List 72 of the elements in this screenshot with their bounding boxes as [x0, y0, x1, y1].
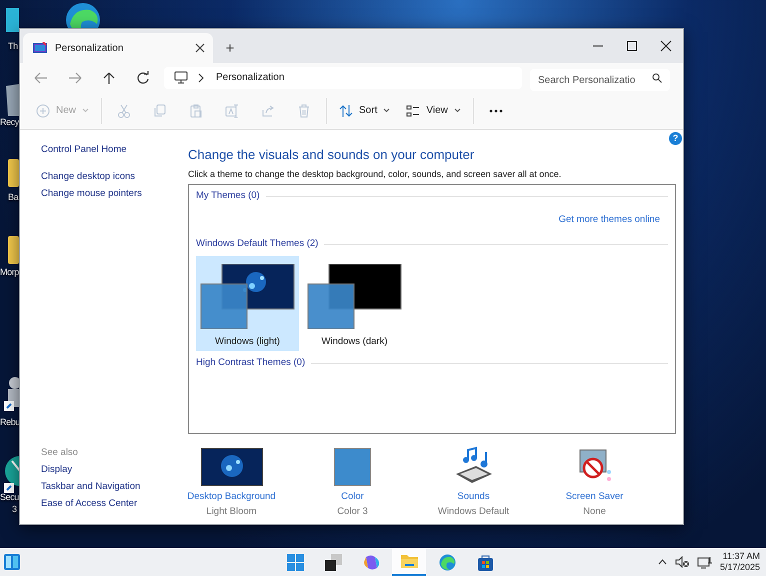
close-icon[interactable]	[195, 43, 205, 53]
clock[interactable]: 11:37 AM 5/17/2025	[720, 551, 760, 573]
sidebar-link[interactable]: Change mouse pointers	[41, 185, 188, 202]
store-bag-icon	[476, 554, 494, 570]
chevron-down-icon	[454, 108, 461, 113]
chevron-right-icon	[198, 72, 204, 82]
desktop-icon-label: 3	[12, 503, 17, 515]
help-button[interactable]: ?	[669, 132, 682, 145]
sidebar-link[interactable]: Control Panel Home	[41, 141, 188, 158]
tab-title: Personalization	[55, 42, 124, 56]
more-themes-link[interactable]: Get more themes online	[558, 212, 660, 228]
folder-taskbar-button[interactable]	[392, 548, 426, 576]
widgets-icon[interactable]	[3, 553, 21, 571]
speaker-muted-icon[interactable]	[674, 556, 689, 568]
breadcrumb: Personalization	[216, 71, 284, 85]
setting-link[interactable]: Sounds	[457, 491, 490, 503]
setting-link[interactable]: Desktop Background	[187, 491, 276, 503]
chevron-down-icon	[82, 108, 90, 113]
theme-name: Windows (dark)	[322, 335, 388, 349]
theme-tile[interactable]: Windows (light)	[196, 256, 299, 351]
chevron-down-icon	[383, 108, 390, 113]
plus-circle-icon	[36, 104, 50, 118]
address-bar[interactable]: Personalization	[164, 66, 522, 88]
list-view-icon	[406, 104, 420, 118]
group-heading: My Themes (0)	[196, 188, 260, 203]
see-also-heading: See also	[41, 446, 79, 460]
desktop-icon-label: Ba	[8, 191, 18, 203]
group-heading: High Contrast Themes (0)	[196, 356, 306, 370]
setting-value: Light Bloom	[206, 506, 257, 518]
edge-icon	[438, 554, 456, 570]
sidebar-link[interactable]: Change desktop icons	[41, 168, 188, 185]
network-monitor-icon[interactable]	[696, 556, 712, 568]
desktop-icon-label: Secu	[0, 491, 19, 503]
setting-value: None	[583, 506, 606, 518]
desktop-icon-label: Recy	[0, 116, 19, 128]
sidebar-link[interactable]: Display	[41, 461, 188, 478]
task-view-icon	[324, 554, 342, 570]
monitor-icon	[174, 71, 188, 84]
sidebar-link[interactable]: Ease of Access Center	[41, 495, 188, 512]
copilot-icon	[362, 554, 380, 570]
folder-icon	[400, 552, 418, 570]
page-heading: Change the visuals and sounds on your computer	[188, 146, 476, 164]
sidebar-link[interactable]: Taskbar and Navigation	[41, 478, 188, 495]
search-icon	[652, 72, 662, 82]
copy-icon	[153, 104, 168, 118]
setting-value: Color 3	[337, 506, 368, 518]
chevron-up-icon[interactable]	[658, 559, 667, 565]
view-button[interactable]: View	[398, 96, 469, 124]
scissors-icon	[117, 104, 132, 118]
page-description: Click a theme to change the desktop background, color, sounds, and screen saver all at once.	[188, 168, 562, 180]
setting-link[interactable]: Color	[341, 491, 364, 503]
sort-arrows-icon	[339, 104, 354, 118]
trash-icon	[297, 104, 312, 118]
setting-value: Windows Default	[438, 506, 510, 518]
sort-button[interactable]: Sort	[331, 96, 398, 124]
rename-icon	[225, 104, 240, 118]
color-swatch	[334, 448, 371, 486]
setting-link[interactable]: Screen Saver	[566, 491, 624, 503]
theme-name: Windows (light)	[215, 335, 280, 349]
wallpaper-thumbnail	[200, 448, 262, 486]
desktop-icon-label: Th	[8, 40, 18, 52]
new-tab-button[interactable]: +	[217, 35, 243, 61]
share-icon	[261, 104, 276, 118]
search-field[interactable]: Search Personalizatio	[530, 69, 670, 91]
personalization-icon	[33, 42, 47, 54]
group-heading: Windows Default Themes (2)	[196, 236, 318, 251]
theme-tile[interactable]: Windows (dark)	[303, 256, 406, 351]
window-tab[interactable]: Personalization	[23, 33, 213, 63]
clipboard-icon	[189, 104, 204, 118]
desktop-icon-label: Morp	[0, 266, 19, 278]
windows-logo-icon	[286, 554, 304, 570]
music-keyboard-icon	[454, 446, 494, 486]
